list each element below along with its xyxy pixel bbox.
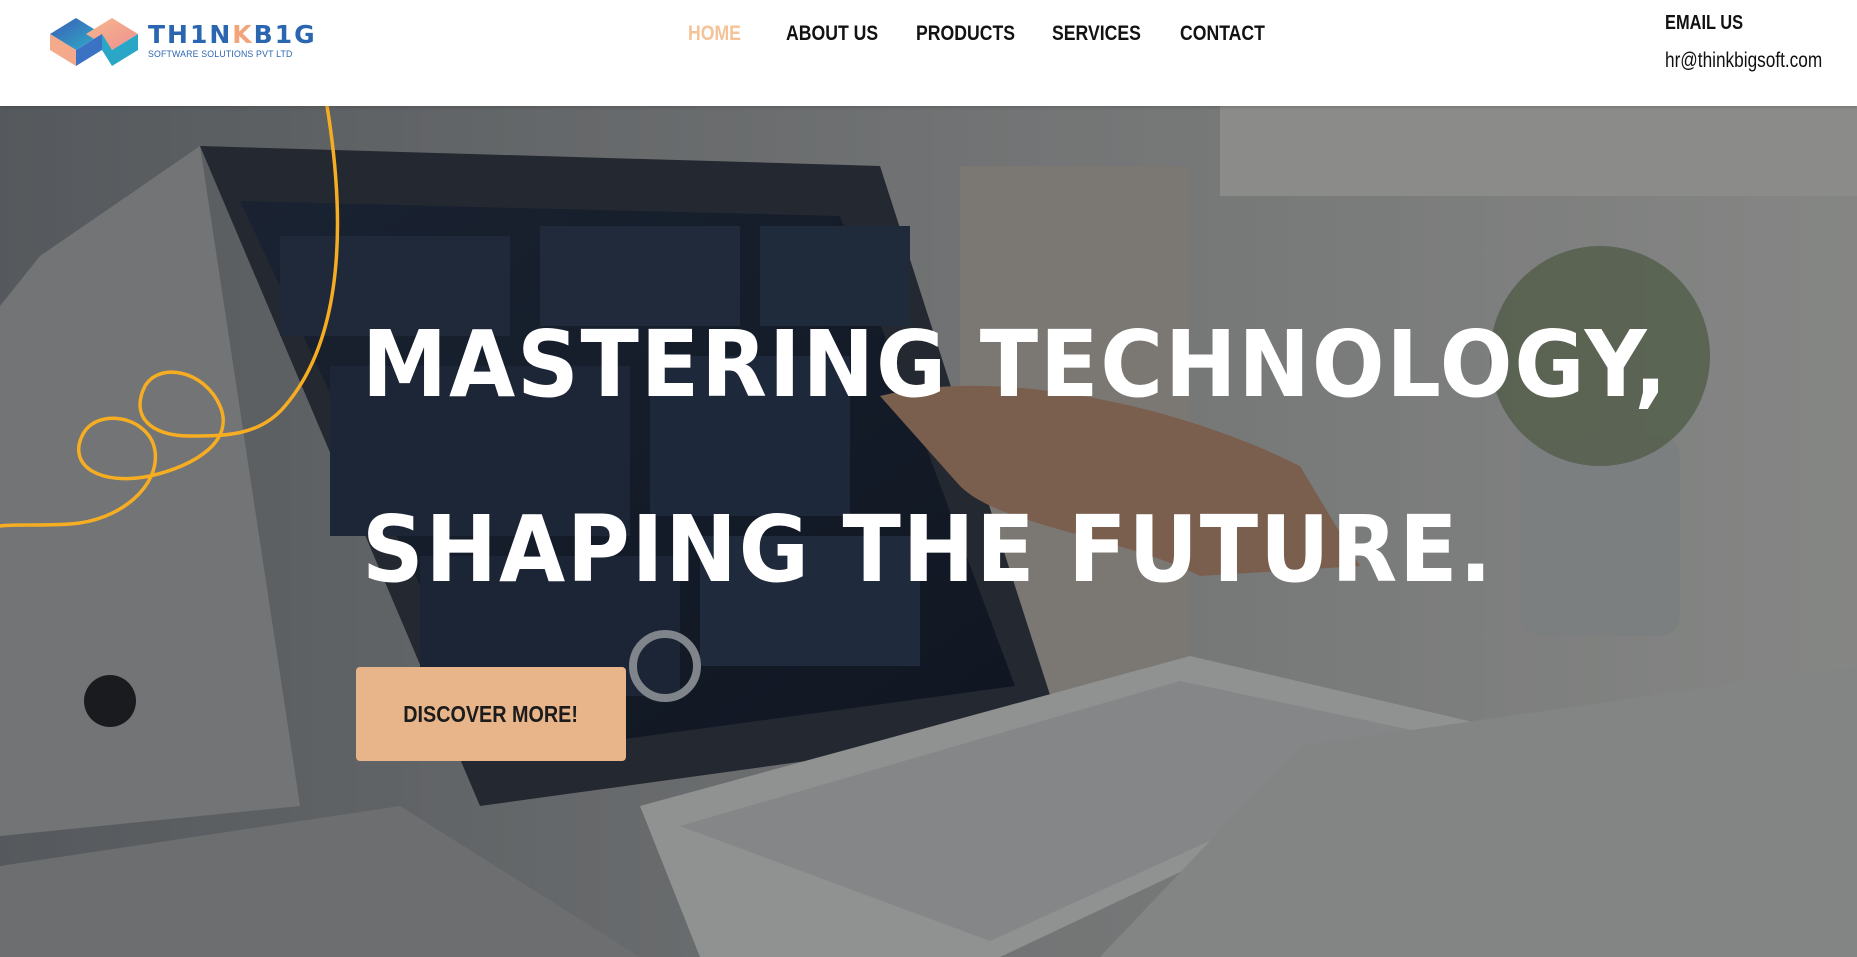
nav-home[interactable]: HOME	[688, 22, 770, 46]
main-nav: HOME ABOUT US PRODUCTS SERVICES CONTACT	[688, 22, 1300, 46]
hero-headline-line1: MASTERING TECHNOLOGY,	[362, 311, 1669, 418]
discover-more-button[interactable]: DISCOVER MORE!	[356, 667, 626, 761]
nav-services[interactable]: SERVICES	[1052, 22, 1160, 46]
hero-section: MASTERING TECHNOLOGY, SHAPING THE FUTURE…	[0, 106, 1857, 957]
company-logo[interactable]: TH1NKB1G SOFTWARE SOLUTIONS PVT LTD	[46, 12, 315, 70]
site-header: TH1NKB1G SOFTWARE SOLUTIONS PVT LTD HOME…	[0, 0, 1857, 106]
header-contact: EMAIL US hr@thinkbigsoft.com	[1665, 12, 1857, 73]
email-us-label: EMAIL US	[1665, 12, 1744, 34]
logo-wordmark: TH1NKB1G	[148, 20, 317, 49]
discover-more-label: DISCOVER MORE!	[403, 700, 579, 727]
logo-icon	[50, 18, 138, 66]
yellow-squiggle-decoration	[0, 106, 340, 528]
nav-products[interactable]: PRODUCTS	[916, 22, 1030, 46]
nav-about-us[interactable]: ABOUT US	[786, 22, 895, 46]
nav-contact[interactable]: CONTACT	[1180, 22, 1281, 46]
hero-headline-line2: SHAPING THE FUTURE.	[362, 496, 1494, 603]
logo-tagline: SOFTWARE SOLUTIONS PVT LTD	[148, 49, 293, 60]
email-link[interactable]: hr@thinkbigsoft.com	[1665, 49, 1822, 73]
